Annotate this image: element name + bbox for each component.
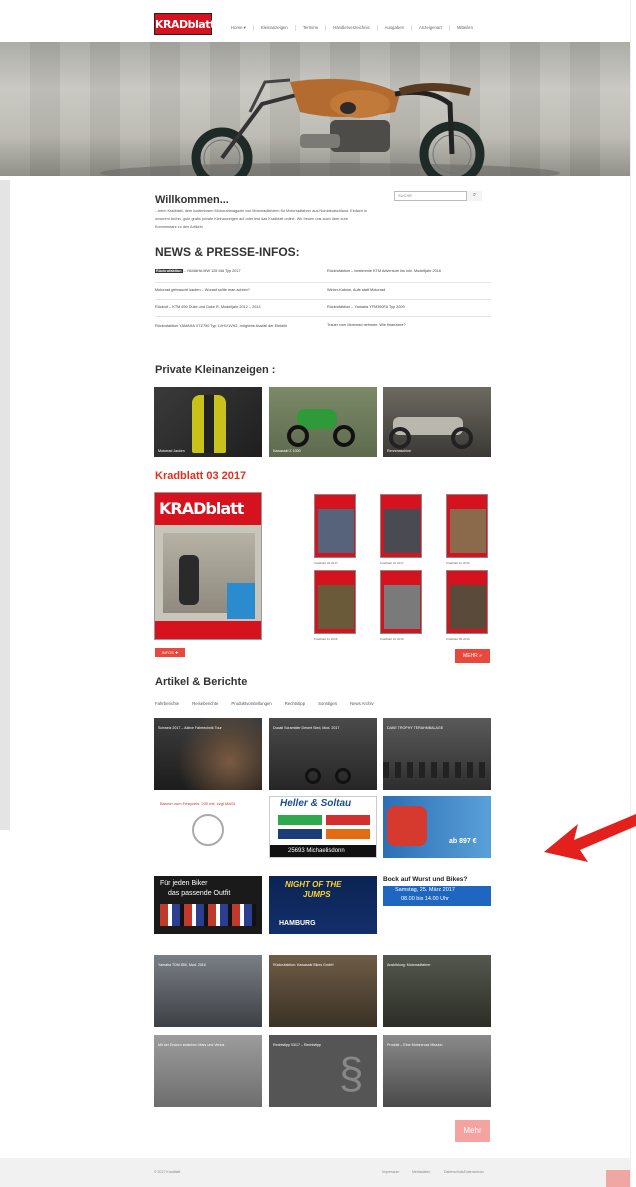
news-link[interactable]: Trauer vom Motorrad nehmen: Wie finanzie… xyxy=(327,323,406,327)
more-articles-button[interactable]: Mehr xyxy=(455,1120,490,1142)
welcome-text-line: unserem Archiv, gute gratis private Klei… xyxy=(155,217,349,221)
issue-caption: Kradblatt 11 2016 xyxy=(314,637,338,641)
issue-caption: Kradblatt 09 2016 xyxy=(446,637,470,641)
category-tab[interactable]: Produktvorstellungen xyxy=(231,701,271,706)
nav-mitteilen[interactable]: Mitteilen xyxy=(450,25,480,31)
ad-night-of-jumps[interactable]: NIGHT OF THE JUMPS HAMBURG xyxy=(269,876,377,934)
annotation-arrow-icon xyxy=(544,814,636,862)
classified-tile[interactable]: Motorrad Jacken xyxy=(154,387,262,457)
news-link[interactable]: Rückrufaktion – bestimmte KTM Adventure … xyxy=(327,269,441,273)
welcome-title: Willkommen... xyxy=(155,194,229,206)
right-gutter xyxy=(630,0,636,1187)
page: KRADblatt Home ▾ Kleinanzeigen Termine H… xyxy=(0,0,636,1187)
news-title: NEWS & PRESSE-INFOS: xyxy=(155,245,300,259)
nav-termine[interactable]: Termine xyxy=(296,25,327,31)
news-link[interactable]: Rückrufaktion YAMAHA XTZ750 Typ 1VH1/1VH… xyxy=(155,323,315,330)
article-tile[interactable]: DAKE TROPHY TERAHMBALAGE xyxy=(383,718,491,790)
site-logo[interactable]: KRADblatt xyxy=(154,13,215,35)
hero-image xyxy=(0,42,630,176)
article-tile[interactable]: § Rechtstipp 03/17 – Rechtstipp xyxy=(269,1035,377,1107)
category-tab[interactable]: Reiseberichte xyxy=(192,701,218,706)
issue-thumb[interactable] xyxy=(314,494,356,558)
site-footer: © 2017 Kradblatt Impressum Mediadaten Da… xyxy=(0,1158,630,1187)
issue-thumb[interactable] xyxy=(446,570,488,634)
issue-thumb[interactable] xyxy=(380,570,422,634)
issue-thumb[interactable] xyxy=(314,570,356,634)
nav-home[interactable]: Home ▾ xyxy=(224,25,254,31)
article-tile[interactable]: Ducati Scrambler Desert Sled, Mod. 2017 xyxy=(269,718,377,790)
ad-price-offer[interactable]: ab 897 € xyxy=(383,796,491,858)
classifieds-title: Private Kleinanzeigen : xyxy=(155,364,276,376)
infos-button[interactable]: INFOS ✚ xyxy=(155,648,185,657)
copyright: © 2017 Kradblatt xyxy=(154,1170,181,1174)
category-tab[interactable]: Rechtstipp xyxy=(285,701,305,706)
news-link[interactable]: Winter-Kabine, Aufe statt Motorrad xyxy=(327,288,385,292)
welcome-text-line: ...beim Kradblatt, dem kostenlosen Motor… xyxy=(155,209,367,213)
issue-title: Kradblatt 03 2017 xyxy=(155,470,247,482)
more-issues-button[interactable]: MEHR » xyxy=(455,649,490,663)
ad-banner-price[interactable]: Banner zum Festpreis: 200 mit. zzgl MwSt… xyxy=(154,796,262,858)
article-tile[interactable]: Schweiz 2017 – Aktive Fahrtechnik Tour xyxy=(154,718,262,790)
issue-caption: Kradblatt 10 2016 xyxy=(380,637,404,641)
news-link-text: – YAMAHA MW 125 MA Typ 2017 xyxy=(182,269,241,273)
footer-link[interactable]: Mediadaten xyxy=(412,1170,430,1174)
welcome-text-line: Kommentare zu den Artikeln xyxy=(155,225,203,229)
issue-caption: Kradblatt 02 2017 xyxy=(314,561,338,565)
news-link[interactable]: Motorrad gebraucht kaufen – Worauf sollt… xyxy=(155,288,250,292)
site-header: KRADblatt Home ▾ Kleinanzeigen Termine H… xyxy=(0,0,630,42)
issue-caption: Kradblatt 12 2016 xyxy=(446,561,470,565)
articles-title: Artikel & Berichte xyxy=(155,676,248,688)
nav-anzeigenart[interactable]: Anzeigenart xyxy=(412,25,450,31)
magazine-cover[interactable]: KRADblatt xyxy=(154,492,262,640)
issue-thumb[interactable] xyxy=(446,494,488,558)
back-to-top-button[interactable] xyxy=(606,1170,630,1187)
paragraph-icon: § xyxy=(339,1049,364,1098)
motorcycle-image xyxy=(100,78,560,176)
ad-heller-soltau[interactable]: Heller & Soltau 25693 Michaelisdonn xyxy=(269,796,377,858)
news-row: Motorrad gebraucht kaufen – Worauf sollt… xyxy=(155,283,491,300)
classified-tile[interactable]: Kawasaki Z 1000 xyxy=(269,387,377,457)
ad-wurst-bikes[interactable]: Bock auf Wurst und Bikes? Samstag, 25. M… xyxy=(383,876,491,934)
main-nav: Home ▾ Kleinanzeigen Termine Händlerverz… xyxy=(224,25,480,31)
article-tile[interactable]: Produkt – Eine Motorcross Mission xyxy=(383,1035,491,1107)
category-tab[interactable]: Sonstiges xyxy=(318,701,337,706)
news-row: Rückrufaktion – YAMAHA MW 125 MA Typ 201… xyxy=(155,266,491,283)
search-icon[interactable]: ⌕ xyxy=(466,191,482,201)
article-tile[interactable]: Rückrufaktion: Kawasaki Bikes GmbH xyxy=(269,955,377,1027)
news-link[interactable]: Rückrufaktion – Yamaha YFM350FA Typ 2009 xyxy=(327,305,405,309)
left-gutter xyxy=(0,180,10,830)
news-row: Rückruf – KTM 690 Duke und Duke R, Model… xyxy=(155,300,491,317)
issue-thumb[interactable] xyxy=(380,494,422,558)
issue-caption: Kradblatt 01 2017 xyxy=(380,561,404,565)
nav-kleinanzeigen[interactable]: Kleinanzeigen xyxy=(254,25,296,31)
article-tile[interactable]: Yamaha TDM 850, Mod. 2016 xyxy=(154,955,262,1027)
nav-ausgaben[interactable]: Ausgaben xyxy=(378,25,413,31)
category-tab[interactable]: Fahrberichte xyxy=(155,701,179,706)
nav-haendler[interactable]: Händlerverzeichnis xyxy=(326,25,378,31)
category-tab[interactable]: News Archiv xyxy=(350,701,374,706)
footer-link[interactable]: Datenschutz/Datenschutz xyxy=(444,1170,484,1174)
footer-link[interactable]: Impressum xyxy=(382,1170,399,1174)
news-link[interactable]: Rückruf – KTM 690 Duke und Duke R, Model… xyxy=(155,305,261,309)
news-link[interactable]: Rückrufaktion – YAMAHA MW 125 MA Typ 201… xyxy=(155,269,241,273)
ad-biker-outfit[interactable]: Für jeden Biker das passende Outfit xyxy=(154,876,262,934)
article-categories: Fahrberichte Reiseberichte Produktvorste… xyxy=(155,701,374,706)
article-tile[interactable]: Mit der Enduro zwischen Mars und Venus xyxy=(154,1035,262,1107)
news-row: Rückrufaktion YAMAHA XTZ750 Typ 1VH1/1VH… xyxy=(155,317,491,339)
classified-tile[interactable]: Rennmaschine xyxy=(383,387,491,457)
article-tile[interactable]: Ausbildung: Motorradfahrer xyxy=(383,955,491,1027)
